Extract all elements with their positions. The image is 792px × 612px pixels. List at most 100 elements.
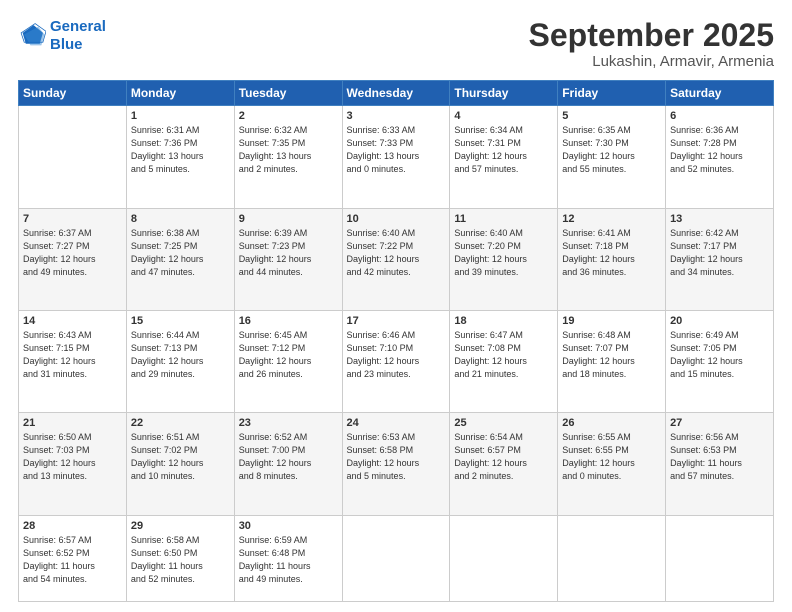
day-number: 30	[239, 520, 338, 532]
day-number: 8	[131, 213, 230, 225]
calendar-cell: 21 Sunrise: 6:50 AM Sunset: 7:03 PM Dayli…	[19, 413, 127, 515]
day-number: 14	[23, 315, 122, 327]
calendar-cell: 27 Sunrise: 6:56 AM Sunset: 6:53 PM Dayli…	[666, 413, 774, 515]
day-number: 21	[23, 417, 122, 429]
day-info: Sunrise: 6:43 AM Sunset: 7:15 PM Dayligh…	[23, 329, 122, 381]
weekday-header-row: SundayMondayTuesdayWednesdayThursdayFrid…	[19, 81, 774, 106]
day-number: 5	[562, 110, 661, 122]
weekday-header-tuesday: Tuesday	[234, 81, 342, 106]
calendar-cell: 7Sunrise: 6:37 AM Sunset: 7:27 PM Daylig…	[19, 208, 127, 310]
location: Lukashin, Armavir, Armenia	[529, 53, 774, 70]
day-number: 23	[239, 417, 338, 429]
calendar-cell: 23Sunrise: 6:52 AM Sunset: 7:00 PM Dayli…	[234, 413, 342, 515]
day-number: 29	[131, 520, 230, 532]
calendar-cell: 22 Sunrise: 6:51 AM Sunset: 7:02 PM Dayli…	[126, 413, 234, 515]
calendar-cell: 13 Sunrise: 6:42 AM Sunset: 7:17 PM Dayli…	[666, 208, 774, 310]
day-number: 12	[562, 213, 661, 225]
day-number: 27	[670, 417, 769, 429]
weekday-header-friday: Friday	[558, 81, 666, 106]
day-info: Sunrise: 6:59 AM Sunset: 6:48 PM Dayligh…	[239, 534, 338, 586]
day-info: Sunrise: 6:58 AM Sunset: 6:50 PM Dayligh…	[131, 534, 230, 586]
calendar-cell: 10 Sunrise: 6:40 AM Sunset: 7:22 PM Dayli…	[342, 208, 450, 310]
calendar-cell: 29 Sunrise: 6:58 AM Sunset: 6:50 PM Dayli…	[126, 515, 234, 601]
calendar-cell: 18 Sunrise: 6:47 AM Sunset: 7:08 PM Dayli…	[450, 310, 558, 412]
day-number: 2	[239, 110, 338, 122]
calendar-cell: 1 Sunrise: 6:31 AM Sunset: 7:36 PM Daylig…	[126, 106, 234, 208]
logo-text: General Blue	[50, 18, 106, 54]
weekday-header-saturday: Saturday	[666, 81, 774, 106]
calendar-cell: 26Sunrise: 6:55 AM Sunset: 6:55 PM Dayli…	[558, 413, 666, 515]
day-info: Sunrise: 6:37 AM Sunset: 7:27 PM Dayligh…	[23, 227, 122, 279]
day-info: Sunrise: 6:41 AM Sunset: 7:18 PM Dayligh…	[562, 227, 661, 279]
calendar-cell	[19, 106, 127, 208]
calendar-week-row: 21 Sunrise: 6:50 AM Sunset: 7:03 PM Dayli…	[19, 413, 774, 515]
day-number: 11	[454, 213, 553, 225]
calendar-cell	[666, 515, 774, 601]
day-info: Sunrise: 6:51 AM Sunset: 7:02 PM Dayligh…	[131, 431, 230, 483]
day-info: Sunrise: 6:45 AM Sunset: 7:12 PM Dayligh…	[239, 329, 338, 381]
calendar-cell: 16 Sunrise: 6:45 AM Sunset: 7:12 PM Dayli…	[234, 310, 342, 412]
logo-line1: General	[50, 18, 106, 35]
day-number: 16	[239, 315, 338, 327]
header: General Blue September 2025 Lukashin, Ar…	[18, 18, 774, 70]
calendar-table: SundayMondayTuesdayWednesdayThursdayFrid…	[18, 80, 774, 602]
day-number: 15	[131, 315, 230, 327]
day-number: 22	[131, 417, 230, 429]
day-number: 17	[347, 315, 446, 327]
day-info: Sunrise: 6:49 AM Sunset: 7:05 PM Dayligh…	[670, 329, 769, 381]
day-number: 18	[454, 315, 553, 327]
calendar-cell	[558, 515, 666, 601]
day-info: Sunrise: 6:50 AM Sunset: 7:03 PM Dayligh…	[23, 431, 122, 483]
day-info: Sunrise: 6:34 AM Sunset: 7:31 PM Dayligh…	[454, 124, 553, 176]
day-info: Sunrise: 6:40 AM Sunset: 7:22 PM Dayligh…	[347, 227, 446, 279]
day-number: 24	[347, 417, 446, 429]
calendar-week-row: 1 Sunrise: 6:31 AM Sunset: 7:36 PM Daylig…	[19, 106, 774, 208]
day-info: Sunrise: 6:38 AM Sunset: 7:25 PM Dayligh…	[131, 227, 230, 279]
day-info: Sunrise: 6:57 AM Sunset: 6:52 PM Dayligh…	[23, 534, 122, 586]
weekday-header-wednesday: Wednesday	[342, 81, 450, 106]
day-number: 1	[131, 110, 230, 122]
day-info: Sunrise: 6:42 AM Sunset: 7:17 PM Dayligh…	[670, 227, 769, 279]
logo-icon	[18, 22, 46, 50]
calendar-cell: 19Sunrise: 6:48 AM Sunset: 7:07 PM Dayli…	[558, 310, 666, 412]
day-info: Sunrise: 6:47 AM Sunset: 7:08 PM Dayligh…	[454, 329, 553, 381]
day-number: 20	[670, 315, 769, 327]
calendar-cell: 30 Sunrise: 6:59 AM Sunset: 6:48 PM Dayli…	[234, 515, 342, 601]
day-info: Sunrise: 6:48 AM Sunset: 7:07 PM Dayligh…	[562, 329, 661, 381]
day-info: Sunrise: 6:56 AM Sunset: 6:53 PM Dayligh…	[670, 431, 769, 483]
weekday-header-monday: Monday	[126, 81, 234, 106]
calendar-cell: 14 Sunrise: 6:43 AM Sunset: 7:15 PM Dayli…	[19, 310, 127, 412]
day-number: 25	[454, 417, 553, 429]
calendar-cell: 12 Sunrise: 6:41 AM Sunset: 7:18 PM Dayli…	[558, 208, 666, 310]
day-info: Sunrise: 6:36 AM Sunset: 7:28 PM Dayligh…	[670, 124, 769, 176]
calendar-cell: 8 Sunrise: 6:38 AM Sunset: 7:25 PM Daylig…	[126, 208, 234, 310]
day-number: 13	[670, 213, 769, 225]
calendar-cell: 11 Sunrise: 6:40 AM Sunset: 7:20 PM Dayli…	[450, 208, 558, 310]
calendar-cell: 24 Sunrise: 6:53 AM Sunset: 6:58 PM Dayli…	[342, 413, 450, 515]
day-info: Sunrise: 6:31 AM Sunset: 7:36 PM Dayligh…	[131, 124, 230, 176]
day-info: Sunrise: 6:40 AM Sunset: 7:20 PM Dayligh…	[454, 227, 553, 279]
day-info: Sunrise: 6:44 AM Sunset: 7:13 PM Dayligh…	[131, 329, 230, 381]
day-number: 28	[23, 520, 122, 532]
calendar-cell: 17Sunrise: 6:46 AM Sunset: 7:10 PM Dayli…	[342, 310, 450, 412]
calendar-week-row: 14 Sunrise: 6:43 AM Sunset: 7:15 PM Dayli…	[19, 310, 774, 412]
logo: General Blue	[18, 18, 106, 54]
day-info: Sunrise: 6:53 AM Sunset: 6:58 PM Dayligh…	[347, 431, 446, 483]
calendar-cell	[342, 515, 450, 601]
calendar-cell: 3Sunrise: 6:33 AM Sunset: 7:33 PM Daylig…	[342, 106, 450, 208]
day-info: Sunrise: 6:54 AM Sunset: 6:57 PM Dayligh…	[454, 431, 553, 483]
calendar-week-row: 28 Sunrise: 6:57 AM Sunset: 6:52 PM Dayli…	[19, 515, 774, 601]
day-number: 10	[347, 213, 446, 225]
calendar-cell: 6Sunrise: 6:36 AM Sunset: 7:28 PM Daylig…	[666, 106, 774, 208]
weekday-header-thursday: Thursday	[450, 81, 558, 106]
calendar-cell: 28 Sunrise: 6:57 AM Sunset: 6:52 PM Dayli…	[19, 515, 127, 601]
calendar-week-row: 7Sunrise: 6:37 AM Sunset: 7:27 PM Daylig…	[19, 208, 774, 310]
day-number: 26	[562, 417, 661, 429]
day-info: Sunrise: 6:32 AM Sunset: 7:35 PM Dayligh…	[239, 124, 338, 176]
calendar-cell	[450, 515, 558, 601]
day-info: Sunrise: 6:35 AM Sunset: 7:30 PM Dayligh…	[562, 124, 661, 176]
day-info: Sunrise: 6:39 AM Sunset: 7:23 PM Dayligh…	[239, 227, 338, 279]
day-info: Sunrise: 6:33 AM Sunset: 7:33 PM Dayligh…	[347, 124, 446, 176]
month-title: September 2025	[529, 18, 774, 53]
logo-line2: Blue	[50, 36, 106, 54]
